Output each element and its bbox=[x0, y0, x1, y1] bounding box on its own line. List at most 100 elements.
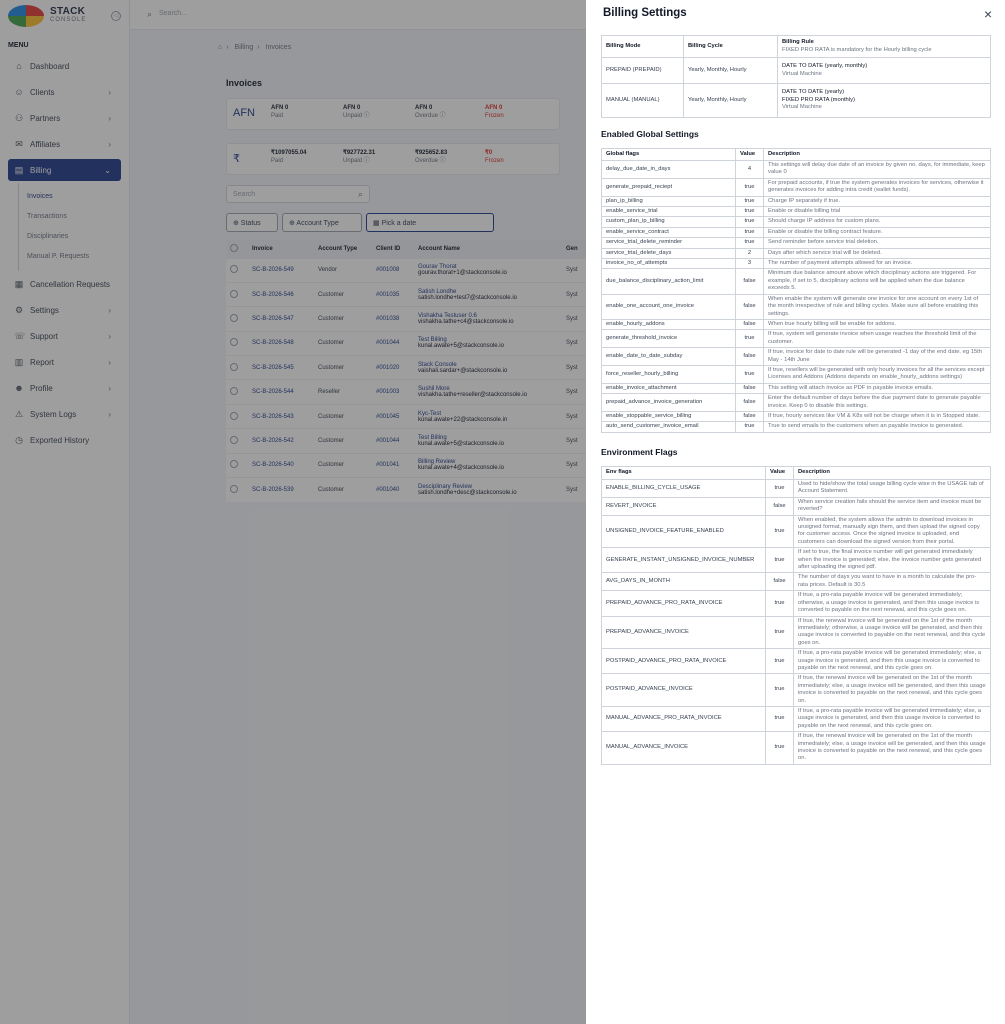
global-flag-description: Enter the default number of days before … bbox=[763, 393, 991, 412]
global-flag-description: Minimum due balance amount above which d… bbox=[763, 268, 991, 295]
col-description: Description bbox=[763, 148, 991, 161]
env-flag-name: AVG_DAYS_IN_MONTH bbox=[601, 572, 766, 592]
billing-rule-scope: Virtual Machine bbox=[782, 70, 822, 77]
global-flag-row: force_reseller_hourly_billing true If true… bbox=[601, 364, 991, 384]
global-flag-name: generate_prepaid_reciept bbox=[601, 177, 736, 197]
global-flag-description: The number of payment attempts allowed f… bbox=[763, 258, 991, 270]
global-flag-name: generate_threshold_invoice bbox=[601, 329, 736, 349]
global-flag-value: false bbox=[735, 393, 764, 412]
col-billing-mode: Billing Mode bbox=[601, 35, 684, 58]
global-settings-header: Global flags Value Description bbox=[601, 148, 991, 161]
global-flag-name: service_trial_delete_days bbox=[601, 247, 736, 260]
global-flag-description: If true, resellers will be generated wit… bbox=[763, 364, 991, 384]
global-flag-description: If true, system will generate invoice wh… bbox=[763, 329, 991, 349]
environment-flags-title: Environment Flags bbox=[601, 447, 678, 457]
col-value: Value bbox=[735, 148, 764, 161]
env-flag-description: If true, a pro-rata payable invoice will… bbox=[793, 648, 991, 675]
global-flag-value: true bbox=[735, 364, 764, 384]
global-flag-value: 3 bbox=[735, 258, 764, 270]
global-flag-value: false bbox=[735, 268, 764, 295]
global-flag-row: due_balance_disciplinary_action_limit fal… bbox=[601, 268, 991, 295]
billing-settings-drawer: Billing Settings × Billing Mode Billing … bbox=[586, 0, 1005, 1024]
env-flag-name: PREPAID_ADVANCE_INVOICE bbox=[601, 615, 766, 650]
env-flag-row: POSTPAID_ADVANCE_INVOICE true If true, the… bbox=[601, 673, 991, 707]
global-flag-description: Enable or disable the billing contract f… bbox=[763, 226, 991, 239]
global-flag-name: plan_ip_billing bbox=[601, 195, 736, 208]
billing-rule-text: DATE TO DATE (yearly) bbox=[782, 89, 845, 96]
global-flag-name: enable_stoppable_service_billing bbox=[601, 410, 736, 423]
close-icon[interactable]: × bbox=[984, 6, 992, 22]
environment-flags-table: Env flags Value Description ENABLE_BILLI… bbox=[601, 466, 991, 765]
env-flag-description: If true, the renewal invoice will be gen… bbox=[793, 615, 991, 650]
global-flag-row: enable_invoice_attachment false This setti… bbox=[601, 382, 991, 395]
env-flag-row: REVERT_INVOICE false When service creation… bbox=[601, 496, 991, 516]
global-flag-description: Should charge IP address for custom plan… bbox=[763, 216, 991, 228]
global-flag-description: True to send emails to the customers whe… bbox=[763, 421, 991, 433]
global-flag-row: service_trial_delete_days 2 Days after whi… bbox=[601, 247, 991, 260]
billing-rule-text: DATE TO DATE (yearly, monthly) bbox=[782, 63, 868, 70]
global-flag-name: prepaid_advance_invoice_generation bbox=[601, 393, 736, 412]
env-flag-value: true bbox=[765, 547, 794, 574]
env-flag-value: true bbox=[765, 731, 794, 765]
global-flag-name: delay_due_date_in_days bbox=[601, 160, 736, 179]
env-flag-name: GENERATE_INSTANT_UNSIGNED_INVOICE_NUMBER bbox=[601, 547, 766, 574]
global-flag-value: true bbox=[735, 177, 764, 197]
global-flag-name: enable_invoice_attachment bbox=[601, 382, 736, 395]
global-flag-description: Days after which service trial will be d… bbox=[763, 247, 991, 260]
global-flag-description: If true, invoice for date to date rule w… bbox=[763, 347, 991, 366]
env-flag-row: AVG_DAYS_IN_MONTH false The number of days… bbox=[601, 572, 991, 592]
global-flag-description: Charge IP separately if true. bbox=[763, 195, 991, 208]
env-flag-value: true bbox=[765, 648, 794, 675]
global-flag-name: force_reseller_hourly_billing bbox=[601, 364, 736, 384]
env-flag-description: If true, the renewal invoice will be gen… bbox=[793, 673, 991, 707]
col-value: Value bbox=[765, 466, 794, 480]
col-description: Description bbox=[793, 466, 991, 480]
env-flag-description: The number of days you want to have in a… bbox=[793, 572, 991, 592]
global-flag-row: plan_ip_billing true Charge IP separately … bbox=[601, 195, 991, 208]
env-flag-value: false bbox=[765, 496, 794, 516]
col-global-flags: Global flags bbox=[601, 148, 736, 161]
billing-rule-scope: Virtual Machine bbox=[782, 104, 822, 111]
env-flag-name: PREPAID_ADVANCE_PRO_RATA_INVOICE bbox=[601, 590, 766, 617]
global-flag-row: enable_stoppable_service_billing false If … bbox=[601, 410, 991, 423]
global-flag-row: enable_one_account_one_invoice false When … bbox=[601, 293, 991, 320]
global-flag-description: When true hourly billing will be enable … bbox=[763, 318, 991, 331]
billing-rule: DATE TO DATE (yearly, monthly) Virtual Ma… bbox=[777, 57, 991, 84]
global-flag-description: Send reminder before service trial delet… bbox=[763, 237, 991, 249]
billing-rule: DATE TO DATE (yearly) FIXED PRO RATA (mon… bbox=[777, 83, 991, 118]
global-flag-name: invoice_no_of_attempts bbox=[601, 258, 736, 270]
global-flag-name: custom_plan_ip_billing bbox=[601, 216, 736, 228]
global-flag-name: due_balance_disciplinary_action_limit bbox=[601, 268, 736, 295]
env-flag-description: If true, a pro-rata payable invoice will… bbox=[793, 590, 991, 617]
env-flag-value: true bbox=[765, 590, 794, 617]
global-flag-row: generate_threshold_invoice true If true, s… bbox=[601, 329, 991, 349]
global-flag-row: enable_service_contract true Enable or dis… bbox=[601, 226, 991, 239]
env-flag-description: If true, a pro-rata payable invoice will… bbox=[793, 705, 991, 733]
global-flag-name: enable_one_account_one_invoice bbox=[601, 293, 736, 320]
global-flag-name: service_trial_delete_reminder bbox=[601, 237, 736, 249]
env-flag-row: ENABLE_BILLING_CYCLE_USAGE true Used to hi… bbox=[601, 479, 991, 498]
global-flag-value: true bbox=[735, 226, 764, 239]
global-flag-description: This setting will attach invoice as PDF … bbox=[763, 382, 991, 395]
col-billing-cycle: Billing Cycle bbox=[683, 35, 778, 58]
modal-overlay[interactable] bbox=[0, 0, 586, 1024]
env-flag-row: POSTPAID_ADVANCE_PRO_RATA_INVOICE true If … bbox=[601, 648, 991, 675]
billing-mode-row: MANUAL (MANUAL) Yearly, Monthly, Hourly DA… bbox=[601, 83, 991, 118]
global-flag-value: true bbox=[735, 216, 764, 228]
global-flag-row: prepaid_advance_invoice_generation false E… bbox=[601, 393, 991, 412]
global-flag-value: true bbox=[735, 195, 764, 208]
global-flag-description: When enable the system will generate one… bbox=[763, 293, 991, 320]
billing-mode: MANUAL (MANUAL) bbox=[601, 83, 684, 118]
global-flag-name: enable_service_trial bbox=[601, 206, 736, 218]
billing-mode-table: Billing Mode Billing Cycle Billing Rule … bbox=[601, 35, 991, 118]
global-flag-name: enable_hourly_addons bbox=[601, 318, 736, 331]
global-flag-row: custom_plan_ip_billing true Should charge … bbox=[601, 216, 991, 228]
global-flag-row: enable_service_trial true Enable or disabl… bbox=[601, 206, 991, 218]
env-flag-row: UNSIGNED_INVOICE_FEATURE_ENABLED true When… bbox=[601, 514, 991, 549]
global-flag-description: This settings will delay due date of an … bbox=[763, 160, 991, 179]
global-flag-description: For prepaid accounts, if true the system… bbox=[763, 177, 991, 197]
env-flag-description: If set to true, the final invoice number… bbox=[793, 547, 991, 574]
env-flag-description: Used to hide/show the total usage billin… bbox=[793, 479, 991, 498]
global-flag-row: delay_due_date_in_days 4 This settings wil… bbox=[601, 160, 991, 179]
global-flag-row: invoice_no_of_attempts 3 The number of pay… bbox=[601, 258, 991, 270]
